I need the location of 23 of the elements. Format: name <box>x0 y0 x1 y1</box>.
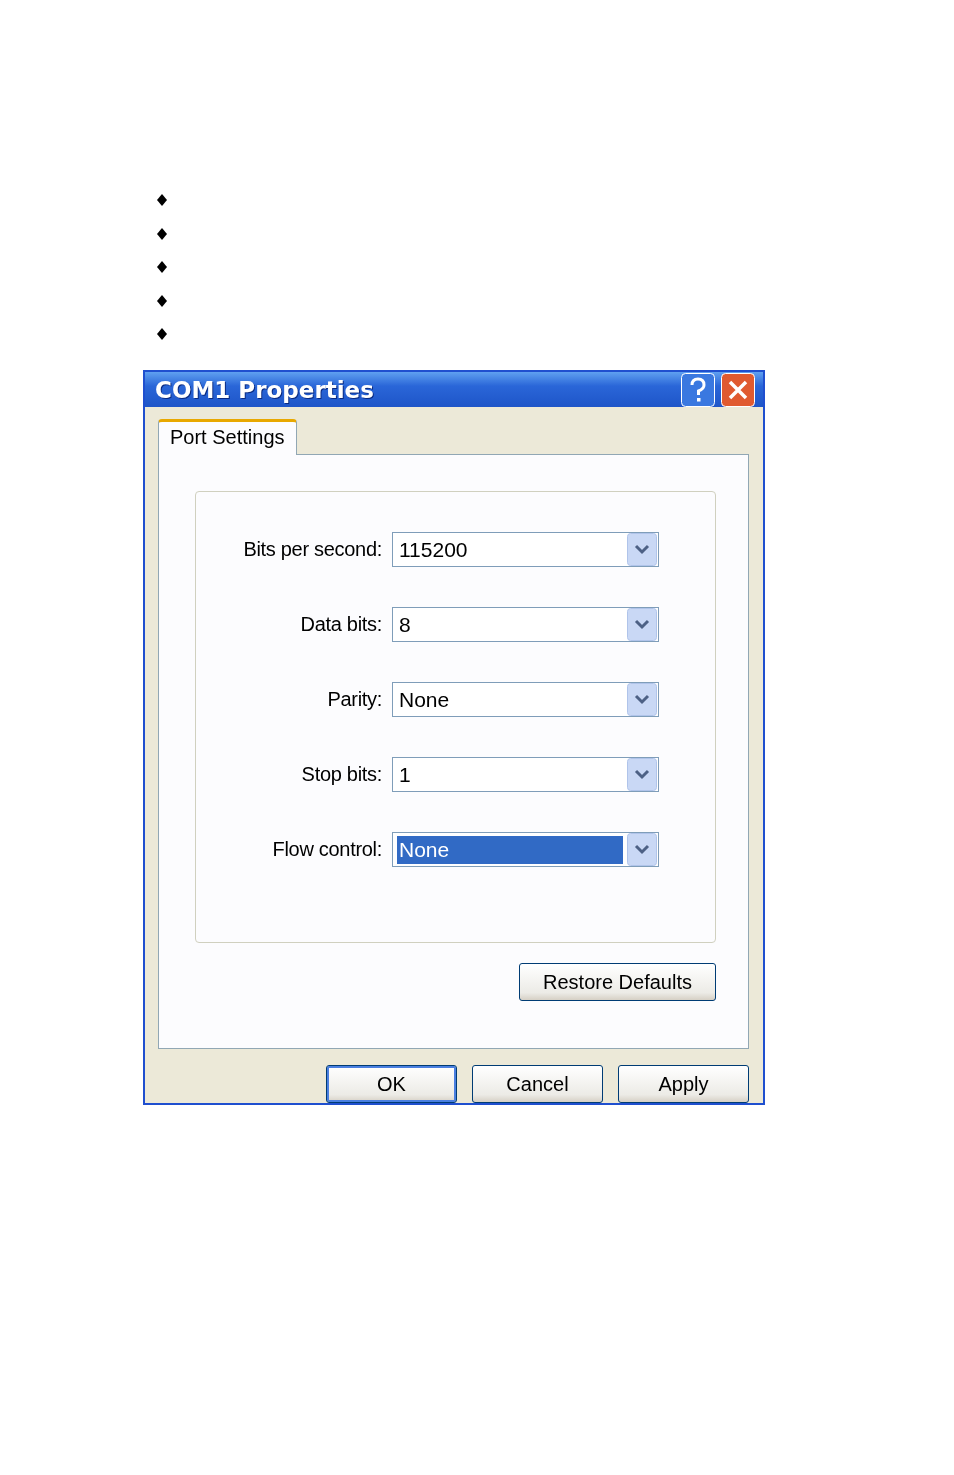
bullet-icon <box>157 227 167 240</box>
dialog-button[interactable]: Cancel <box>472 1065 603 1103</box>
field-label: Data bits: <box>299 613 383 636</box>
dropdown-field[interactable]: 1 <box>392 757 659 792</box>
dialog-button[interactable]: OK <box>326 1065 457 1103</box>
bullet-icon <box>157 294 167 307</box>
close-icon[interactable] <box>721 372 755 407</box>
field-label: Bits per second: <box>242 538 383 561</box>
restore-defaults-button[interactable]: Restore Defaults <box>519 963 716 1001</box>
bullet-icon <box>157 194 167 206</box>
field-label: Parity: <box>326 688 383 711</box>
tab[interactable]: Port Settings <box>158 419 297 455</box>
field-label: Flow control: <box>271 838 383 861</box>
dropdown-field[interactable]: 115200 <box>392 532 659 567</box>
bullet-icon <box>157 261 167 273</box>
help-icon[interactable] <box>681 372 715 407</box>
field-label: Stop bits: <box>300 763 383 786</box>
dropdown-field[interactable]: 8 <box>392 607 659 642</box>
dropdown-field[interactable]: None <box>392 832 659 867</box>
dropdown-field[interactable]: None <box>392 682 659 717</box>
bullet-icon <box>157 328 167 340</box>
dialog-button[interactable]: Apply <box>618 1065 749 1103</box>
window-title: COM1 Properties <box>155 376 374 403</box>
